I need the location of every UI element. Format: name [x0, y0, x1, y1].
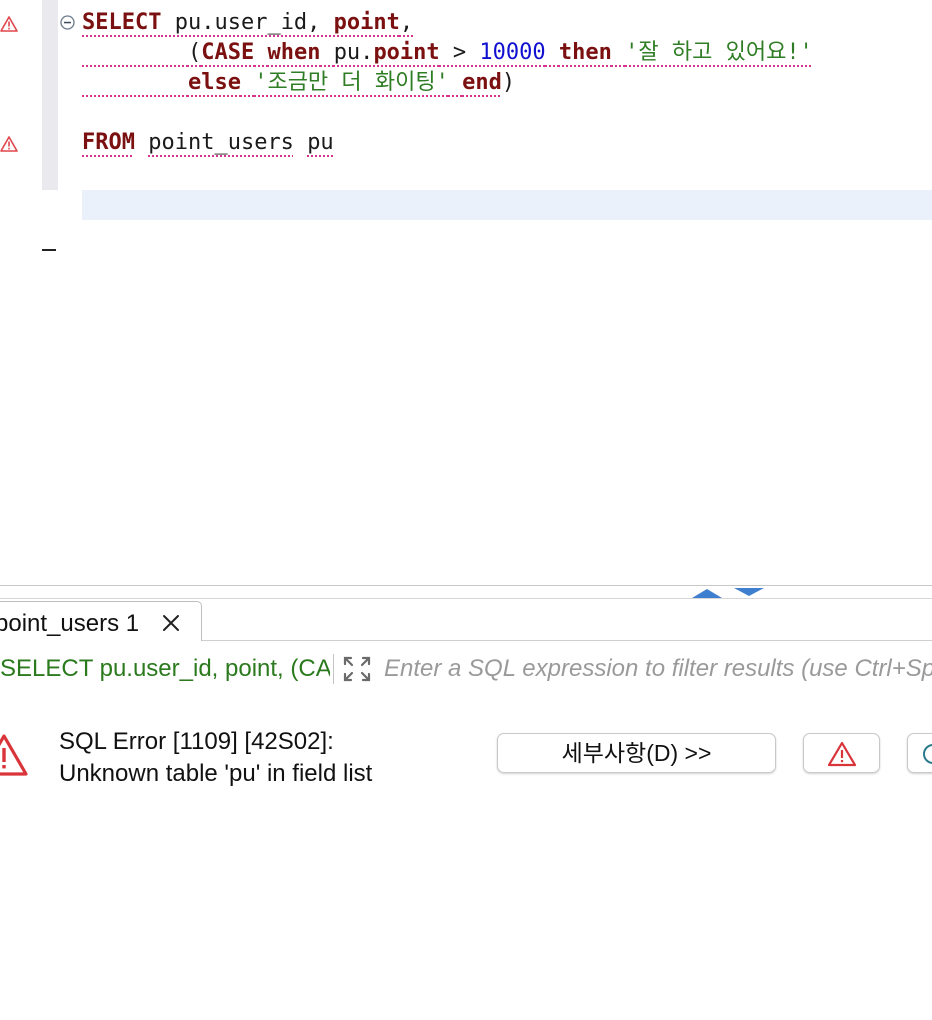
code-line-4[interactable]: FROM point_users pu [82, 128, 334, 158]
column-point: point [333, 10, 400, 35]
close-icon[interactable] [161, 613, 181, 633]
minimize-down-icon[interactable] [732, 587, 766, 599]
query-text[interactable]: SELECT pu.user_id, point, (CASE [0, 648, 330, 690]
column-point: point [373, 40, 440, 65]
text-cursor [42, 249, 56, 251]
keyword-select: SELECT [82, 10, 162, 35]
divider [333, 654, 334, 684]
open-paren: ( [187, 40, 202, 65]
annotation-ruler [0, 0, 42, 585]
details-button[interactable]: 세부사항(D) >> [497, 733, 776, 773]
tab-label: point_users 1 [0, 610, 140, 637]
expand-icon[interactable] [342, 655, 372, 683]
keyword-from: FROM [82, 130, 135, 155]
results-tab-bar: point_users 1 [0, 599, 932, 641]
error-log-button[interactable] [803, 733, 880, 773]
error-panel: SQL Error [1109] [42S02]: Unknown table … [0, 700, 932, 1020]
error-code-text: SQL Error [1109] [42S02]: [59, 728, 334, 755]
extra-action-button[interactable] [907, 733, 932, 773]
panel-splitter[interactable] [0, 585, 932, 599]
number-literal: 10000 [479, 40, 546, 65]
operator-gt: > [439, 40, 480, 65]
close-paren: ) [501, 70, 516, 95]
collapse-icon[interactable] [60, 15, 75, 30]
table-alias-ref: pu. [333, 40, 374, 65]
error-warning-icon [0, 734, 28, 776]
code-line-1[interactable]: SELECT pu.user_id, point, [82, 8, 413, 38]
string-literal: '잘 하고 있어요!' [625, 40, 813, 65]
filter-input[interactable] [384, 652, 932, 686]
keyword-case: CASE [201, 40, 255, 65]
keyword-end: end [462, 70, 502, 95]
tab-point-users[interactable]: point_users 1 [0, 601, 202, 641]
sql-editor[interactable]: SELECT pu.user_id, point, (CASE when pu.… [0, 0, 932, 585]
info-icon [923, 744, 932, 764]
keyword-else: else [187, 70, 241, 95]
table-alias: pu [307, 130, 334, 155]
folding-gutter [42, 0, 58, 190]
code-line-2[interactable]: (CASE when pu.point > 10000 then '잘 하고 있… [82, 38, 813, 68]
warning-icon[interactable] [0, 136, 18, 152]
keyword-when: when [267, 40, 321, 65]
comma: , [399, 10, 414, 35]
maximize-up-icon[interactable] [690, 587, 724, 599]
filter-bar: SELECT pu.user_id, point, (CASE [0, 648, 932, 690]
keyword-then: then [558, 40, 612, 65]
column-list: pu.user_id, [161, 10, 334, 35]
code-line-3[interactable]: else '조금만 더 화이팅' end) [82, 68, 515, 98]
error-message-text: Unknown table 'pu' in field list [59, 760, 373, 787]
string-literal: '조금만 더 화이팅' [254, 70, 449, 95]
table-name: point_users [148, 130, 294, 155]
warning-icon [827, 741, 857, 767]
current-line-highlight [82, 190, 932, 220]
warning-icon[interactable] [0, 16, 18, 32]
